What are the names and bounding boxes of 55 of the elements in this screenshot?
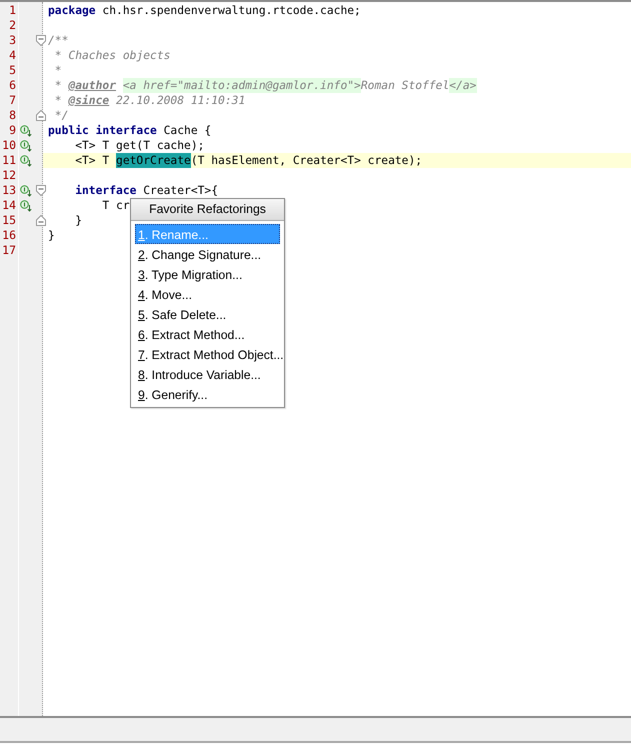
code-comment: 22.10.2008 11:10:31: [115, 93, 246, 108]
line-number: 5: [8, 63, 16, 78]
html-tag: <a href="mailto:admin@gamlor.info">: [122, 78, 361, 93]
code-keyword: package: [48, 3, 96, 18]
html-tag: </a>: [449, 78, 476, 93]
code-text: }: [74, 213, 82, 228]
doc-tag: @since: [68, 93, 110, 108]
code-text: <T> T get(T cache);: [74, 138, 204, 153]
line-number: 8: [8, 108, 16, 123]
code-keyword: interface: [74, 183, 136, 198]
line-number: 7: [8, 93, 16, 108]
popup-title: Favorite Refactorings: [131, 199, 284, 221]
menu-item[interactable]: 3. Type Migration...: [135, 264, 280, 284]
doc-tag: @author: [68, 78, 116, 93]
code-comment: Roman Stoffel: [360, 78, 450, 93]
line-number: 12: [1, 168, 16, 183]
line-number: 14: [1, 198, 16, 213]
line-number: 3: [8, 33, 16, 48]
fold-icon[interactable]: [36, 185, 46, 196]
code-keyword: public interface: [48, 123, 157, 138]
code-comment: */: [54, 108, 68, 123]
menu-item[interactable]: 6. Extract Method...: [135, 324, 280, 344]
menu-item[interactable]: 9. Generify...: [135, 384, 280, 404]
code-text: Creater<T>{: [142, 183, 218, 198]
line-number: 16: [1, 228, 16, 243]
line-number: 4: [8, 48, 16, 63]
code-text: Cache {: [162, 123, 212, 138]
line-number: 17: [1, 243, 16, 258]
menu-item[interactable]: 7. Extract Method Object...: [135, 344, 280, 364]
code-comment: * Chaches objects: [54, 48, 170, 63]
menu-item[interactable]: 8. Introduce Variable...: [135, 364, 280, 384]
line-number: 11: [1, 153, 16, 168]
code-text: ch.hsr.spendenverwaltung.rtcode.cache;: [101, 3, 361, 18]
highlighted-identifier: getOrCreate: [116, 153, 191, 168]
line-number: 15: [1, 213, 16, 228]
code-comment: *: [54, 78, 63, 93]
fold-icon[interactable]: [36, 215, 46, 226]
line-number: 10: [1, 138, 16, 153]
code-text: }: [48, 228, 55, 243]
code-comment: *: [54, 63, 62, 78]
menu-item[interactable]: 4. Move...: [135, 284, 280, 304]
menu-item[interactable]: 5. Safe Delete...: [135, 304, 280, 324]
line-number: 6: [8, 78, 16, 93]
line-number: 1: [8, 3, 16, 18]
code-text: <T> T: [74, 153, 110, 168]
line-number: 9: [8, 123, 16, 138]
code-comment: *: [54, 93, 63, 108]
menu-item[interactable]: 2. Change Signature...: [135, 244, 280, 264]
code-comment: /**: [48, 33, 68, 48]
code-text: T cr: [101, 198, 130, 213]
fold-icon[interactable]: [36, 35, 46, 46]
line-number: 2: [8, 18, 16, 33]
line-number: 13: [1, 183, 16, 198]
code-text: (T hasElement, Creater<T> create);: [190, 153, 422, 168]
fold-icon[interactable]: [36, 110, 46, 121]
